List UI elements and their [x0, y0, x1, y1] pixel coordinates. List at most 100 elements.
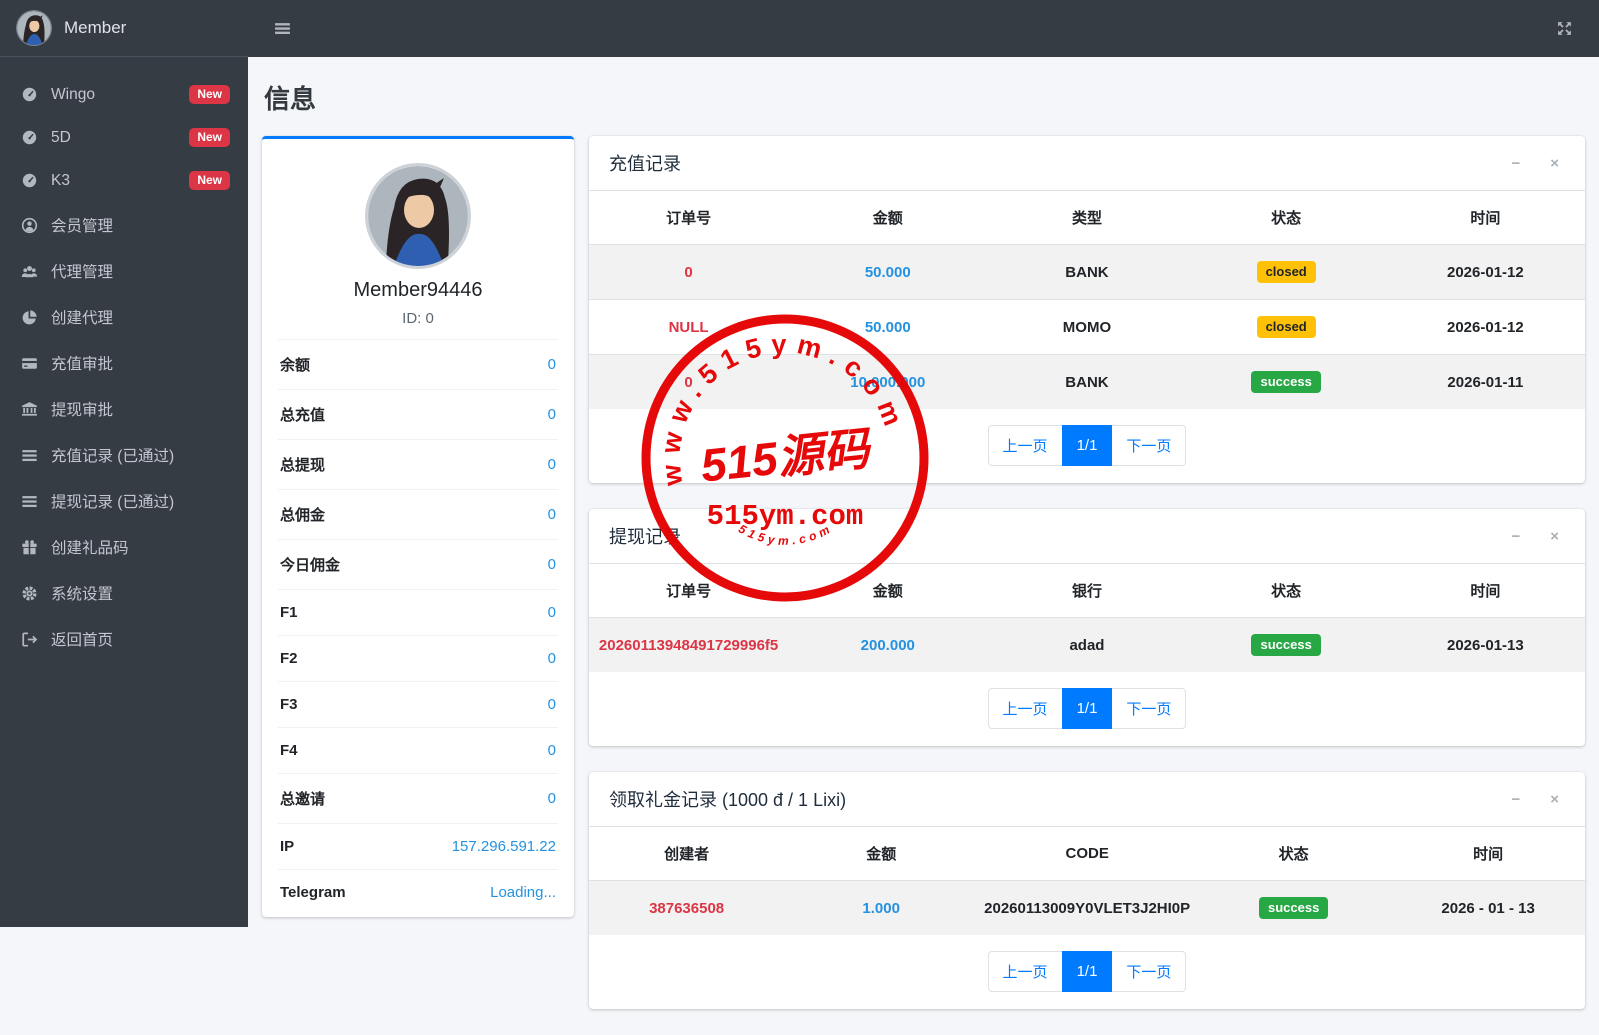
- card-title: 提现记录: [609, 523, 1487, 549]
- stat-value: 0: [548, 742, 556, 759]
- sidebar-item-create-giftcode[interactable]: 创建礼品码: [8, 524, 240, 570]
- status-badge: closed: [1257, 261, 1316, 283]
- card-header: 领取礼金记录 (1000 đ / 1 Lixi)−×: [589, 772, 1585, 827]
- column-header: 状态: [1196, 827, 1391, 881]
- stat-value: 0: [548, 506, 556, 523]
- status-cell: closed: [1187, 300, 1386, 355]
- table-row: 050.000BANKclosed2026-01-12: [589, 245, 1585, 300]
- stat-value: 0: [548, 604, 556, 621]
- profile-stat-row: 总佣金0: [278, 489, 558, 539]
- main-content: 信息 Member94446 ID: 0 余额0总充值0总提现0总佣金0今日佣金…: [248, 57, 1599, 927]
- users-icon: [18, 263, 40, 280]
- stat-value: 0: [548, 790, 556, 807]
- sidebar-item-label: Wingo: [51, 86, 95, 104]
- status-badge: success: [1259, 897, 1328, 919]
- stat-label: 总邀请: [280, 788, 325, 809]
- column-header: 订单号: [589, 564, 788, 618]
- stat-value: 0: [548, 456, 556, 473]
- table-cell: adad: [987, 618, 1186, 673]
- table-cell: 50.000: [788, 300, 987, 355]
- column-header: 时间: [1391, 827, 1585, 881]
- collapse-icon[interactable]: −: [1505, 790, 1526, 809]
- sidebar-item-label: 提现审批: [51, 398, 113, 420]
- next-page-button[interactable]: 下一页: [1111, 688, 1186, 729]
- next-page-button[interactable]: 下一页: [1111, 951, 1186, 992]
- sidebar-item-k3[interactable]: K3New: [8, 159, 240, 202]
- sidebar-item-label: 会员管理: [51, 214, 113, 236]
- profile-stat-row: IP157.296.591.22: [278, 823, 558, 869]
- sidebar-toggle-button[interactable]: [268, 14, 297, 43]
- column-header: 金额: [784, 827, 978, 881]
- giftcode-records-table: 创建者金额CODE状态时间3876365081.00020260113009Y0…: [589, 827, 1585, 935]
- profile-stat-row: Telegram Loading...: [278, 869, 558, 915]
- hamburger-icon: [274, 20, 291, 37]
- sidebar-item-recharge-approval[interactable]: 充值审批: [8, 340, 240, 386]
- current-page-button[interactable]: 1/1: [1062, 425, 1113, 466]
- gift-icon: [18, 539, 40, 556]
- table-row: NULL50.000MOMOclosed2026-01-12: [589, 300, 1585, 355]
- stat-label: F3: [280, 696, 298, 713]
- credit-card-icon: [18, 355, 40, 372]
- close-icon[interactable]: ×: [1544, 790, 1565, 809]
- sidebar-item-withdraw-approval[interactable]: 提现审批: [8, 386, 240, 432]
- column-header: 状态: [1187, 191, 1386, 245]
- user-avatar: [16, 10, 52, 46]
- gauge-icon: [18, 172, 40, 189]
- sidebar-item-withdraw-records[interactable]: 提现记录 (已通过): [8, 478, 240, 524]
- list-icon: [18, 447, 40, 464]
- next-page-button[interactable]: 下一页: [1111, 425, 1186, 466]
- sidebar-item-back-home[interactable]: 返回首页: [8, 616, 240, 662]
- table-cell: 0: [589, 245, 788, 300]
- table-cell: 10.000.000: [788, 355, 987, 410]
- bank-icon: [18, 401, 40, 418]
- sidebar-item-recharge-records[interactable]: 充值记录 (已通过): [8, 432, 240, 478]
- brand-label: Member: [64, 18, 126, 38]
- table-cell: 0: [589, 355, 788, 410]
- prev-page-button[interactable]: 上一页: [988, 951, 1063, 992]
- sidebar-item-agent-management[interactable]: 代理管理: [8, 248, 240, 294]
- recharge-records-table: 订单号金额类型状态时间050.000BANKclosed2026-01-12NU…: [589, 191, 1585, 409]
- sidebar-item-create-agent[interactable]: 创建代理: [8, 294, 240, 340]
- column-header: 状态: [1187, 564, 1386, 618]
- brand-user-panel[interactable]: Member: [0, 0, 248, 57]
- prev-page-button[interactable]: 上一页: [988, 688, 1063, 729]
- table-cell: 200.000: [788, 618, 987, 673]
- prev-page-button[interactable]: 上一页: [988, 425, 1063, 466]
- close-icon[interactable]: ×: [1544, 527, 1565, 546]
- stat-label: 余额: [280, 354, 310, 375]
- sidebar-item-label: 创建代理: [51, 306, 113, 328]
- collapse-icon[interactable]: −: [1505, 527, 1526, 546]
- sidebar-item-member-management[interactable]: 会员管理: [8, 202, 240, 248]
- profile-id: ID: 0: [278, 310, 558, 327]
- withdraw-records-card: 提现记录−×订单号金额银行状态时间20260113948491729996f52…: [589, 509, 1585, 746]
- stat-value: Loading...: [490, 884, 556, 901]
- close-icon[interactable]: ×: [1544, 154, 1565, 173]
- stat-label: Telegram: [280, 884, 346, 901]
- signout-icon: [18, 631, 40, 648]
- fullscreen-button[interactable]: [1550, 14, 1579, 43]
- table-cell: 2026-01-11: [1386, 355, 1585, 410]
- pagination: 上一页1/1下一页: [589, 935, 1585, 1009]
- new-badge: New: [189, 85, 230, 104]
- profile-stats: 余额0总充值0总提现0总佣金0今日佣金0F10F20F30F40总邀请0IP15…: [278, 339, 558, 915]
- pie-chart-icon: [18, 309, 40, 326]
- sidebar-item-5d[interactable]: 5DNew: [8, 116, 240, 159]
- user-icon: [18, 217, 40, 234]
- table-row: 010.000.000BANKsuccess2026-01-11: [589, 355, 1585, 410]
- current-page-button[interactable]: 1/1: [1062, 688, 1113, 729]
- column-header: 金额: [788, 564, 987, 618]
- collapse-icon[interactable]: −: [1505, 154, 1526, 173]
- table-cell: 2026-01-13: [1386, 618, 1585, 673]
- gauge-icon: [18, 129, 40, 146]
- sidebar-item-system-settings[interactable]: 系统设置: [8, 570, 240, 616]
- column-header: 创建者: [589, 827, 784, 881]
- sidebar-item-wingo[interactable]: Wingo New: [8, 73, 240, 116]
- page-title: 信息: [264, 79, 1583, 116]
- profile-stat-row: 总充值0: [278, 389, 558, 439]
- recharge-records-card: 充值记录−×订单号金额类型状态时间050.000BANKclosed2026-0…: [589, 136, 1585, 483]
- stat-label: IP: [280, 838, 294, 855]
- stat-value: 0: [548, 356, 556, 373]
- current-page-button[interactable]: 1/1: [1062, 951, 1113, 992]
- gauge-icon: [18, 86, 40, 103]
- stat-label: 总充值: [280, 404, 325, 425]
